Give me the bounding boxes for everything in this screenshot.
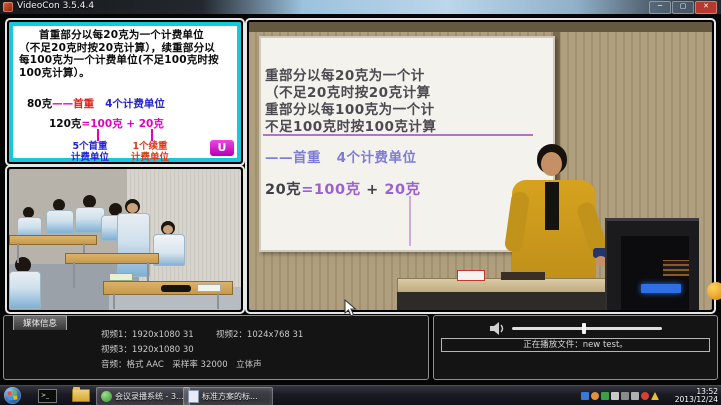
volume-thumb[interactable] — [582, 323, 586, 334]
windows-taskbar: >_ 会议录播系统 - 3... 标准方案的标... 13:52 2013/12… — [0, 385, 721, 405]
first-weight: 80克 — [27, 98, 52, 110]
tray-icon-gray[interactable] — [621, 392, 629, 400]
podium-front — [397, 292, 615, 310]
start-button[interactable] — [4, 387, 21, 404]
document-app-icon — [188, 390, 199, 403]
taskbar-app-label: 标准方案的标... — [202, 391, 258, 402]
taskbar-app-label: 会议录播系统 - 3... — [115, 391, 184, 402]
video-panel-teacher[interactable]: 重部分以每20克为一个计 （不足20克时按20克计算 重部分以每100克为一个计… — [245, 18, 716, 314]
video-panel-classroom[interactable] — [5, 165, 245, 314]
command-prompt-icon[interactable]: >_ — [38, 389, 57, 403]
window-title: VideoCon 3.5.4.4 — [17, 1, 94, 11]
tray-icon-warning[interactable] — [651, 392, 659, 400]
slide-first-weight-line: 80克——首重 4个计费单位 — [27, 96, 165, 111]
audio-info: 音频：格式 AAC 采样率 32000 立体声 — [101, 358, 262, 370]
clock-date: 2013/12/24 — [675, 396, 718, 404]
video2-info: 视频2：1024x768 31 — [216, 328, 303, 340]
eq-left: 120克 — [49, 118, 81, 130]
edge-orange-ball — [707, 282, 721, 300]
eq-mid: =100克 — [81, 118, 122, 130]
first-units: 4个计费单位 — [105, 98, 165, 110]
slide-paragraph: 首重部分以每20克为一个计费单位（不足20克时按20克计算），续重部分以每100… — [19, 29, 225, 79]
minimize-button[interactable]: ─ — [649, 1, 671, 14]
first-label: 首重 — [73, 98, 94, 110]
videocon-window: VideoCon 3.5.4.4 ─ ▢ ✕ 首重部分以每20克为一个计费单位（… — [0, 0, 721, 405]
paper-box — [457, 270, 485, 281]
projection-line: 不足100克时按100克计算 — [265, 115, 436, 135]
player-panel: 正在播放文件：new test。 — [433, 315, 718, 380]
connector-line-left — [97, 129, 99, 141]
maximize-button[interactable]: ▢ — [672, 1, 694, 14]
video3-info: 视频3：1920x1080 30 — [101, 343, 194, 355]
classroom-scene — [9, 169, 241, 310]
taskbar-clock[interactable]: 13:52 2013/12/24 — [675, 388, 718, 404]
taskbar-app-document[interactable]: 标准方案的标... — [183, 387, 273, 405]
speaker-icon[interactable] — [490, 320, 506, 339]
projection-connector — [409, 196, 411, 246]
teacher-shirt — [545, 182, 559, 230]
tray-icon-green[interactable] — [601, 392, 609, 400]
mouse-cursor — [344, 299, 357, 321]
volume-slider[interactable] — [512, 327, 662, 330]
eq-plus: + — [123, 118, 139, 130]
connector-line-right — [151, 129, 153, 141]
rack-led-display — [641, 284, 681, 293]
projection-equation: 20克=100克 + 20克 — [265, 178, 421, 199]
slide-content: 首重部分以每20克为一个计费单位（不足20克时按20克计算），续重部分以每100… — [9, 22, 241, 162]
callout-first-units: 5个首重计费单位 — [71, 142, 109, 162]
rack-cables — [663, 260, 689, 276]
tray-icon-printer[interactable] — [611, 392, 619, 400]
teacher-scene: 重部分以每20克为一个计 （不足20克时按20克计算 重部分以每100克为一个计… — [249, 22, 712, 310]
tray-icon-display[interactable] — [631, 392, 639, 400]
folder-icon[interactable] — [72, 389, 90, 402]
media-info-tab[interactable]: 媒体信息 — [13, 315, 67, 330]
system-tray — [581, 392, 659, 400]
taskbar-app-recording-system[interactable]: 会议录播系统 - 3... — [96, 387, 190, 405]
tray-icon-volume[interactable] — [641, 392, 649, 400]
video-panel-slide[interactable]: 首重部分以每20克为一个计费单位（不足20克时按20克计算），续重部分以每100… — [5, 18, 245, 166]
close-button[interactable]: ✕ — [695, 1, 717, 14]
tray-icon-blue[interactable] — [581, 392, 589, 400]
logo-badge: U — [210, 140, 234, 156]
media-info-panel: 媒体信息 视频1：1920x1080 31 视频2：1024x768 31 视频… — [3, 315, 429, 380]
callout-additional-units: 1个续重计费单位 — [131, 142, 169, 162]
open-book — [501, 272, 545, 280]
playback-status: 正在播放文件：new test。 — [441, 338, 710, 352]
projection-divider — [263, 134, 533, 136]
notebook — [109, 273, 133, 281]
tray-icon-user[interactable] — [591, 392, 599, 400]
first-dash: —— — [52, 98, 73, 110]
desk — [65, 253, 159, 264]
video1-info: 视频1：1920x1080 31 — [101, 328, 194, 340]
book — [197, 284, 221, 292]
recording-app-icon — [101, 391, 112, 402]
app-icon — [3, 2, 13, 12]
teacher-face — [541, 152, 562, 176]
slide-equation-line: 120克=100克 + 20克 — [49, 116, 164, 131]
pencil-case — [161, 285, 191, 292]
title-bar[interactable]: VideoCon 3.5.4.4 ─ ▢ ✕ — [0, 0, 721, 14]
projection-first-line: ——首重 4个计费单位 — [265, 146, 417, 166]
wall-beam — [249, 22, 712, 32]
windows-flag-icon — [7, 390, 17, 400]
